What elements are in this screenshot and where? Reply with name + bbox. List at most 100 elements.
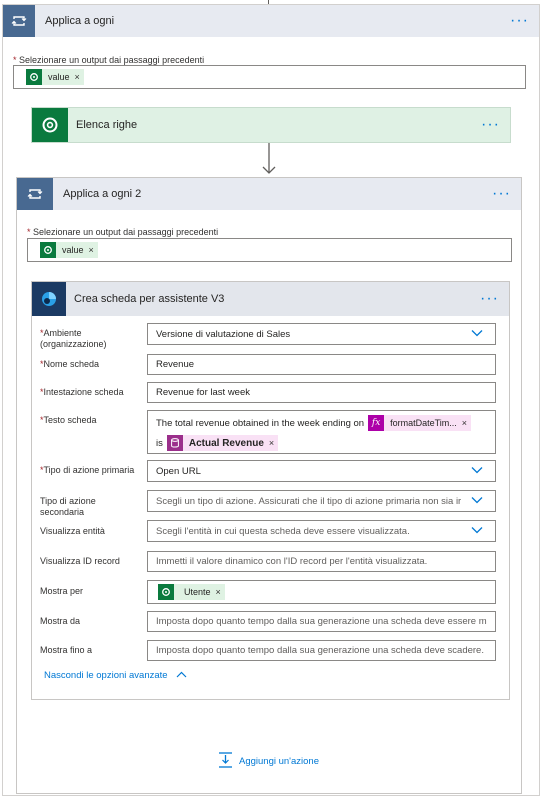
close-icon[interactable]: × [269,438,274,448]
secondary-action-label-text: Tipo di azione secondaria [40,496,96,517]
card-header-label-text: Intestazione scheda [43,387,124,397]
outer-output-label-text: Selezionare un output dai passaggi prece… [19,55,205,65]
show-until-label-text: Mostra fino a [40,645,93,655]
card-text-label: *Testo scheda [40,415,97,425]
card-name-input[interactable]: Revenue [147,354,496,375]
add-action-icon [218,752,233,771]
close-icon[interactable]: × [216,587,221,597]
more-options-icon[interactable]: ··· [510,13,529,29]
primary-action-value: Open URL [156,465,201,477]
more-options-icon[interactable]: ··· [480,291,499,307]
inner-loop-title: Applica a ogni 2 [63,188,142,200]
close-icon[interactable]: × [75,72,80,82]
environment-dropdown[interactable]: Versione di valutazione di Sales [147,323,496,345]
show-for-label-text: Mostra per [40,586,84,596]
show-from-label-text: Mostra da [40,616,81,626]
card-header-value: Revenue for last week [156,387,250,398]
show-until-input[interactable]: Imposta dopo quanto tempo dalla sua gene… [147,640,496,661]
inner-output-label-text: Selezionare un output dai passaggi prece… [33,227,219,237]
outer-output-label: * Selezionare un output dai passaggi pre… [13,55,204,65]
format-date-token: fx formatDateTim... × [368,415,472,431]
primary-action-dropdown[interactable]: Open URL [147,460,496,482]
outer-output-field[interactable]: value × [13,65,526,89]
format-date-token-label: formatDateTim... [390,418,457,428]
environment-value: Versione di valutazione di Sales [156,328,291,340]
card-text-prefix: The total revenue obtained in the week e… [156,417,365,429]
dataverse-icon [40,242,56,258]
actual-revenue-token: Actual Revenue × [166,435,279,451]
create-card-title: Crea scheda per assistente V3 [74,293,225,305]
card-header-label: *Intestazione scheda [40,387,124,397]
inner-output-field[interactable]: value × [27,238,512,262]
database-icon [166,435,183,451]
value-token-label: value [48,72,70,82]
show-from-placeholder: Imposta dopo quanto tempo dalla sua gene… [156,616,487,627]
assistant-icon [32,282,66,316]
add-action-button[interactable]: Aggiungi un'azione [218,752,319,771]
card-name-label: *Nome scheda [40,359,100,369]
value-token: value × [26,69,84,85]
show-entity-dropdown[interactable]: Scegli l'entità in cui questa scheda dev… [147,520,496,542]
top-connector [268,0,269,4]
outer-loop-title: Applica a ogni [45,15,115,27]
card-text-label-text: Testo scheda [43,415,97,425]
card-name-label-text: Nome scheda [43,359,100,369]
chevron-down-icon [471,329,483,340]
required-marker: * [27,227,31,237]
create-card-header[interactable]: Crea scheda per assistente V3 ··· [32,282,509,316]
card-text-line-1: The total revenue obtained in the week e… [156,413,487,433]
chevron-down-icon [471,466,483,477]
show-until-placeholder: Imposta dopo quanto tempo dalla sua gene… [156,645,487,656]
primary-action-label: *Tipo di azione primaria [40,465,135,475]
card-text-middle: is [156,437,163,449]
loop-icon [3,5,35,37]
show-record-id-input[interactable]: Immetti il valore dinamico con l'ID reco… [147,551,496,572]
show-for-label: Mostra per [40,586,83,596]
loop-icon [17,178,53,210]
secondary-action-label: Tipo di azione secondaria [40,496,136,518]
arrow-down-icon [262,143,276,174]
show-until-label: Mostra fino a [40,645,92,655]
card-text-input[interactable]: The total revenue obtained in the week e… [147,410,496,454]
actual-revenue-token-label: Actual Revenue [188,437,264,449]
show-record-id-label-text: Visualizza ID record [40,556,120,566]
hide-advanced-options-link[interactable]: Nascondi le opzioni avanzate [44,670,187,681]
add-action-label: Aggiungi un'azione [239,756,319,767]
outer-loop-header[interactable]: Applica a ogni ··· [3,5,539,37]
chevron-up-icon [176,670,187,681]
hide-advanced-options-label: Nascondi le opzioni avanzate [44,670,168,681]
environment-label-text: Ambiente (organizzazione) [40,328,107,349]
required-marker: * [13,55,17,65]
dataverse-icon [158,584,174,600]
list-rows-card[interactable]: Elenca righe ··· [31,107,511,143]
environment-label: *Ambiente (organizzazione) [40,328,107,349]
secondary-action-placeholder: Scegli un tipo di azione. Assicurati che… [156,495,462,507]
card-name-value: Revenue [156,359,195,370]
value-token-label: value [62,245,84,255]
card-header-input[interactable]: Revenue for last week [147,382,496,403]
close-icon[interactable]: × [89,245,94,255]
chevron-down-icon [471,496,483,507]
primary-action-label-text: Tipo di azione primaria [43,465,135,475]
show-for-input[interactable]: Utente × [147,580,496,604]
show-record-id-label: Visualizza ID record [40,556,120,566]
show-from-label: Mostra da [40,616,80,626]
secondary-action-dropdown[interactable]: Scegli un tipo di azione. Assicurati che… [147,490,496,512]
more-options-icon[interactable]: ··· [481,117,500,133]
show-record-id-placeholder: Immetti il valore dinamico con l'ID reco… [156,556,428,567]
more-options-icon[interactable]: ··· [492,186,511,202]
user-token-label: Utente [184,587,211,597]
value-token: value × [40,242,98,258]
show-entity-label-text: Visualizza entità [40,526,105,536]
inner-loop-header[interactable]: Applica a ogni 2 ··· [17,178,521,210]
dataverse-icon [32,108,68,142]
user-token: Utente × [158,584,225,600]
dataverse-icon [26,69,42,85]
card-text-line-2: is Actual Revenue × [156,433,487,453]
show-from-input[interactable]: Imposta dopo quanto tempo dalla sua gene… [147,611,496,632]
show-entity-placeholder: Scegli l'entità in cui questa scheda dev… [156,525,410,537]
close-icon[interactable]: × [462,418,467,428]
chevron-down-icon [471,526,483,537]
function-icon: fx [368,415,385,431]
list-rows-title: Elenca righe [76,119,138,131]
